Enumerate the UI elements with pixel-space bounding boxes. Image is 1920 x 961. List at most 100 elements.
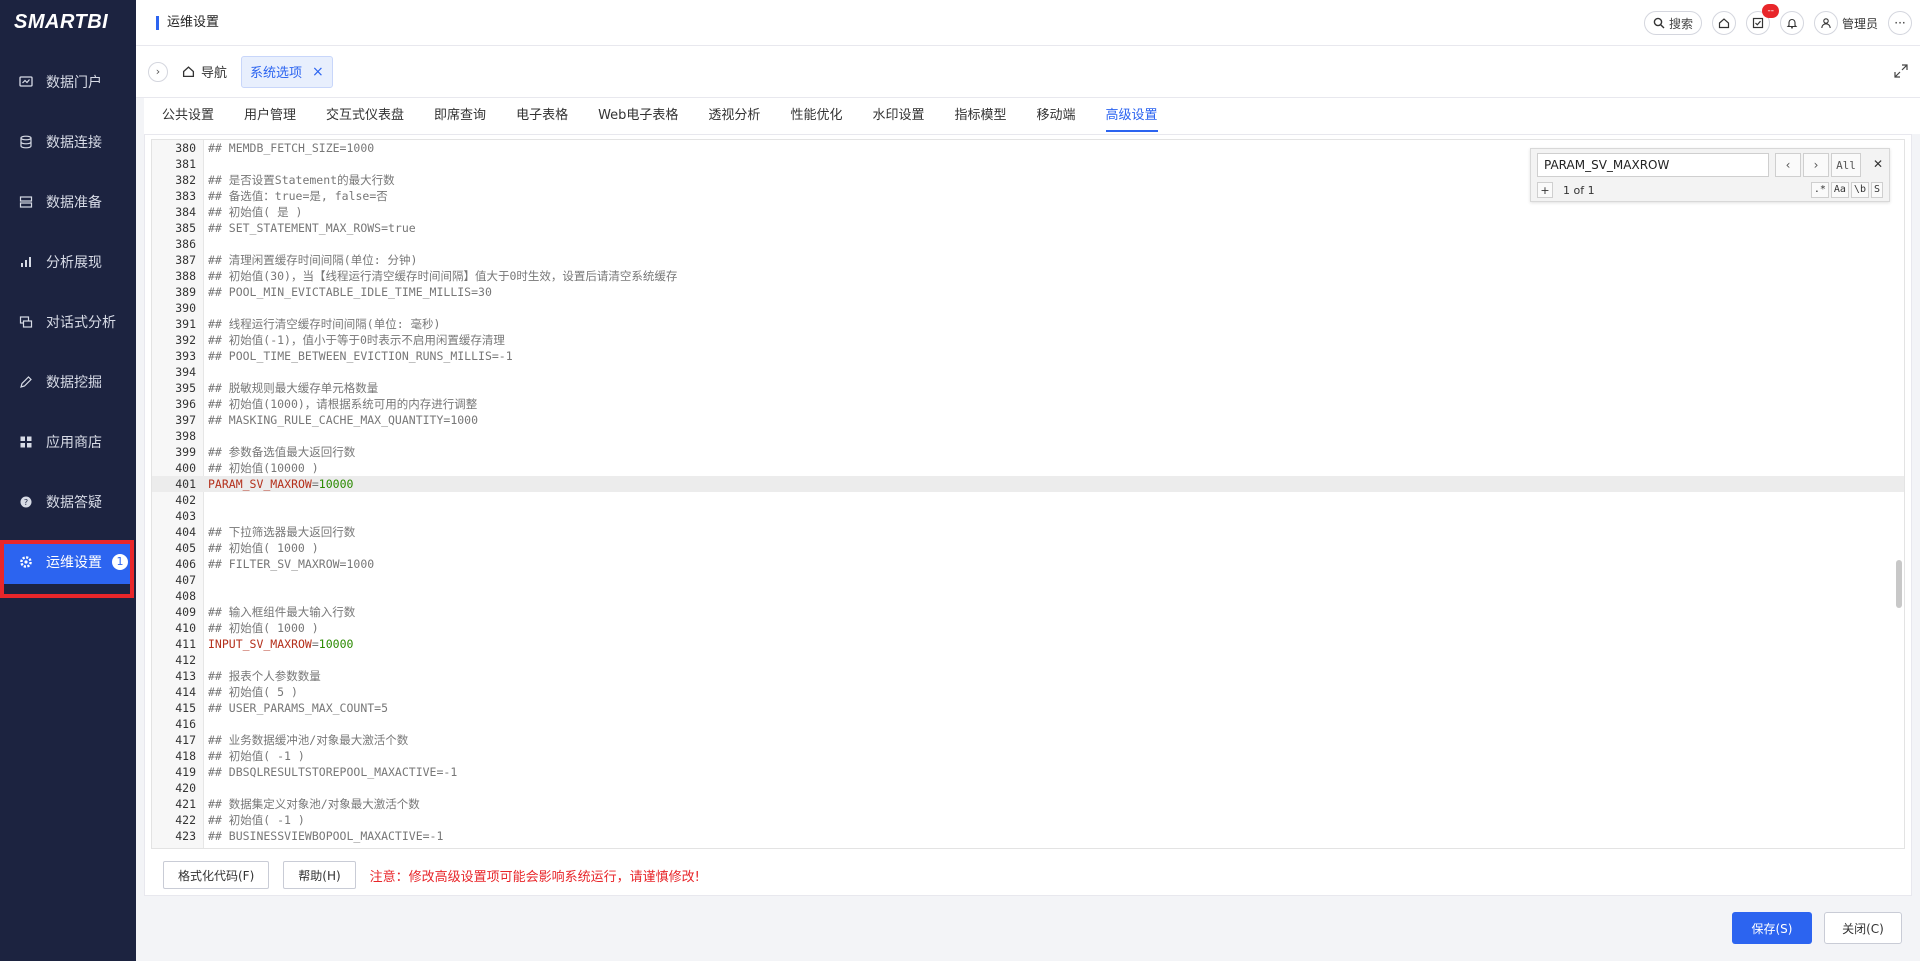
code-text: ## 初始值( 1000 ) — [208, 621, 319, 635]
code-text: ## 初始值(30)，当【线程运行清空缓存时间间隔】值大于0时生效，设置后请清空… — [208, 269, 678, 283]
code-text: ## 初始值( 是 ) — [208, 205, 303, 219]
code-text: ## 初始值(1000)，请根据系统可用的内存进行调整 — [208, 397, 478, 411]
tab-7[interactable]: 透视分析 — [708, 98, 760, 134]
tab-1[interactable]: 公共设置 — [162, 98, 214, 134]
sidebar-item-4[interactable]: 分析展现 — [0, 240, 136, 284]
line-number: 410 — [175, 621, 196, 635]
fullscreen-button[interactable] — [1894, 64, 1908, 82]
code-line: 393 ## POOL_TIME_BETWEEN_EVICTION_RUNS_MI… — [152, 348, 1904, 364]
pen-icon — [18, 374, 34, 390]
code-text: ## 初始值(-1)，值小于等于0时表示不启用闲置缓存清理 — [208, 333, 505, 347]
line-number: 409 — [175, 605, 196, 619]
tab-2[interactable]: 用户管理 — [244, 98, 296, 134]
code-line: 401 PARAM_SV_MAXROW=10000 — [152, 476, 1904, 492]
search-icon — [1653, 17, 1665, 29]
editor-scrollbar[interactable] — [1896, 560, 1902, 608]
line-number: 398 — [175, 429, 196, 443]
user-menu[interactable]: 管理员 — [1813, 11, 1878, 35]
sidebar-item-8[interactable]: ? 数据答疑 — [0, 480, 136, 524]
code-line: 404 ## 下拉筛选器最大返回行数 — [152, 524, 1904, 540]
line-number: 396 — [175, 397, 196, 411]
code-text: ## 数据集定义对象池/对象最大激活个数 — [208, 797, 420, 811]
code-line: 412 — [152, 652, 1904, 668]
line-number: 412 — [175, 653, 196, 667]
code-line: 384 ## 初始值( 是 ) — [152, 204, 1904, 220]
tab-navigation[interactable]: 导航 — [182, 62, 227, 81]
tab-3[interactable]: 交互式仪表盘 — [326, 98, 404, 134]
replace-toggle-button[interactable]: + — [1537, 182, 1553, 198]
find-input[interactable]: PARAM_SV_MAXROW — [1537, 153, 1769, 177]
tab-10[interactable]: 指标模型 — [954, 98, 1006, 134]
sidebar-item-2[interactable]: 数据连接 — [0, 120, 136, 164]
close-icon[interactable]: ✕ — [1873, 157, 1883, 171]
find-all-button[interactable]: All — [1831, 153, 1861, 177]
find-option-toggle[interactable]: .* — [1810, 182, 1829, 198]
code-line: 414 ## 初始值( 5 ) — [152, 684, 1904, 700]
code-text: ## 报表个人参数数量 — [208, 669, 321, 683]
tab-system-options[interactable]: 系统选项 × — [241, 55, 333, 88]
line-number: 411 — [175, 637, 196, 651]
line-number: 420 — [175, 781, 196, 795]
line-number: 384 — [175, 205, 196, 219]
line-number: 380 — [175, 141, 196, 155]
tab-11[interactable]: 移动端 — [1036, 98, 1075, 134]
line-number: 419 — [175, 765, 196, 779]
code-line: 405 ## 初始值( 1000 ) — [152, 540, 1904, 556]
code-line: 415 ## USER_PARAMS_MAX_COUNT=5 — [152, 700, 1904, 716]
line-number: 404 — [175, 525, 196, 539]
sidebar-item-1[interactable]: 数据门户 — [0, 60, 136, 104]
find-option-toggle[interactable]: S — [1870, 182, 1883, 198]
server-icon — [18, 194, 34, 210]
format-code-button[interactable]: 格式化代码(F) — [163, 861, 270, 889]
home-button[interactable] — [1711, 11, 1736, 35]
tab-9[interactable]: 水印设置 — [872, 98, 924, 134]
line-number: 416 — [175, 717, 196, 731]
line-number: 403 — [175, 509, 196, 523]
smartbi-logo: SMARTBI — [14, 10, 109, 33]
line-number: 408 — [175, 589, 196, 603]
sidebar-item-5[interactable]: 对话式分析 — [0, 300, 136, 344]
expand-sidebar-button[interactable]: › — [148, 61, 168, 82]
line-number: 399 — [175, 445, 196, 459]
code-line: 400 ## 初始值(10000 ) — [152, 460, 1904, 476]
dialog-actions: 保存(S) 关闭(C) — [1732, 912, 1902, 944]
code-text: ## 初始值( 1000 ) — [208, 541, 319, 555]
sidebar-item-7[interactable]: 应用商店 — [0, 420, 136, 464]
global-search-button[interactable]: 搜索 — [1643, 11, 1702, 35]
avatar — [1813, 11, 1838, 35]
find-option-toggle[interactable]: Aa — [1830, 182, 1849, 198]
find-option-toggle[interactable]: \b — [1850, 182, 1869, 198]
tab-5[interactable]: 电子表格 — [516, 98, 568, 134]
config-key: PARAM_SV_MAXROW — [208, 477, 312, 491]
close-button[interactable]: 关闭(C) — [1824, 912, 1902, 944]
tab-system-options-label: 系统选项 — [250, 66, 303, 81]
line-number: 405 — [175, 541, 196, 555]
sidebar-item-9[interactable]: 运维设置 1 — [4, 540, 130, 584]
find-next-button[interactable]: › — [1803, 153, 1829, 177]
tasks-button[interactable]: -- — [1745, 4, 1779, 35]
chevron-right-icon: › — [1813, 158, 1819, 172]
code-line: 416 — [152, 716, 1904, 732]
tab-12[interactable]: 高级设置 — [1105, 98, 1158, 134]
equals-sign: = — [311, 477, 319, 491]
line-number: 390 — [175, 301, 196, 315]
code-line: 389 ## POOL_MIN_EVICTABLE_IDLE_TIME_MILLI… — [152, 284, 1904, 300]
sidebar-item-3[interactable]: 数据准备 — [0, 180, 136, 224]
notifications-button[interactable] — [1779, 11, 1804, 35]
more-button[interactable]: ··· — [1888, 11, 1912, 35]
close-icon[interactable]: × — [312, 64, 324, 80]
help-button[interactable]: 帮助(H) — [283, 861, 356, 889]
code-editor[interactable]: 380 ## MEMDB_FETCH_SIZE=1000 381 382 ## 是否设置… — [151, 139, 1905, 849]
sidebar: SMARTBI 数据门户数据连接数据准备分析展现对话式分析数据挖掘应用商店 ? 数据… — [0, 0, 136, 961]
code-line: 394 — [152, 364, 1904, 380]
save-button[interactable]: 保存(S) — [1732, 912, 1812, 944]
find-prev-button[interactable]: ‹ — [1775, 153, 1801, 177]
checklist-icon — [1752, 17, 1764, 29]
tab-8[interactable]: 性能优化 — [790, 98, 842, 134]
tab-6[interactable]: Web电子表格 — [598, 98, 678, 134]
sidebar-item-6[interactable]: 数据挖掘 — [0, 360, 136, 404]
tab-4[interactable]: 即席查询 — [434, 98, 486, 134]
code-text: ## 初始值(10000 ) — [208, 461, 319, 475]
code-line: 385 ## SET_STATEMENT_MAX_ROWS=true — [152, 220, 1904, 236]
app-root: SMARTBI 数据门户数据连接数据准备分析展现对话式分析数据挖掘应用商店 ? 数据… — [0, 0, 1920, 961]
